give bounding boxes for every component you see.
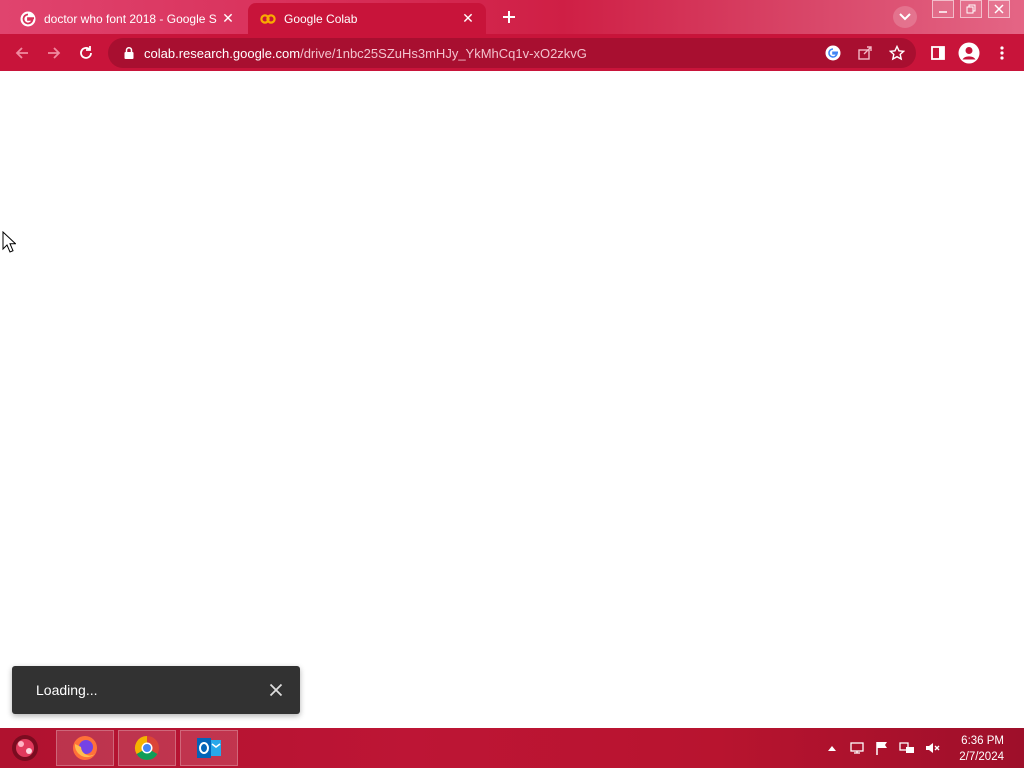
network-adapter-icon <box>850 742 864 754</box>
snackbar-message: Loading... <box>36 682 98 698</box>
address-bar[interactable]: colab.research.google.com/drive/1nbc25SZ… <box>108 38 916 68</box>
flag-icon <box>876 742 887 755</box>
plus-icon <box>503 11 515 23</box>
tray-volume[interactable] <box>924 740 940 756</box>
google-icon <box>20 11 36 26</box>
tab-title: Google Colab <box>284 11 358 26</box>
window-controls <box>932 0 1010 18</box>
tab-google-colab[interactable]: Google Colab ✕ <box>248 3 486 34</box>
side-panel-icon <box>931 46 945 60</box>
dismiss-snackbar-button[interactable] <box>264 678 288 702</box>
windows-taskbar: 6:36 PM 2/7/2024 <box>0 728 1024 768</box>
start-button[interactable] <box>6 732 44 764</box>
tab-title: doctor who font 2018 - Google S <box>44 11 217 26</box>
minimize-icon <box>939 11 947 13</box>
tray-action-center[interactable] <box>874 740 890 756</box>
arrow-right-icon <box>48 47 61 59</box>
reload-button[interactable] <box>74 41 98 65</box>
taskbar-outlook[interactable] <box>180 730 238 766</box>
mouse-cursor-icon <box>2 231 16 253</box>
google-lens-button[interactable] <box>822 42 844 64</box>
address-bar-actions <box>822 42 908 64</box>
close-window-button[interactable] <box>988 0 1010 18</box>
system-tray <box>824 740 940 756</box>
minimize-button[interactable] <box>932 0 954 18</box>
share-button[interactable] <box>854 42 876 64</box>
more-vertical-icon <box>1000 46 1004 60</box>
close-icon <box>269 683 283 697</box>
profile-button[interactable] <box>957 41 981 65</box>
volume-muted-icon <box>926 743 940 753</box>
tray-network[interactable] <box>899 740 915 756</box>
tray-network-adapter[interactable] <box>849 740 865 756</box>
url-host: colab.research.google.com <box>144 45 301 61</box>
restore-button[interactable] <box>960 0 982 18</box>
menu-button[interactable] <box>990 41 1014 65</box>
back-button[interactable] <box>10 41 34 65</box>
google-icon <box>825 45 841 61</box>
arrow-left-icon <box>15 47 28 59</box>
browser-toolbar: colab.research.google.com/drive/1nbc25SZ… <box>0 34 1024 71</box>
outlook-icon <box>197 738 221 758</box>
tab-strip: doctor who font 2018 - Google S ✕ Google… <box>0 0 1024 34</box>
new-tab-button[interactable] <box>498 6 520 28</box>
taskbar-firefox[interactable] <box>56 730 114 766</box>
clock-time: 6:36 PM <box>961 735 1004 747</box>
avatar-icon <box>958 42 980 64</box>
close-icon <box>994 4 1004 14</box>
chevron-down-icon <box>899 13 911 21</box>
close-tab-icon[interactable]: ✕ <box>220 10 236 27</box>
start-orb-icon <box>12 735 38 761</box>
taskbar-clock[interactable]: 6:36 PM 2/7/2024 <box>959 733 1004 765</box>
reload-icon <box>80 46 92 59</box>
page-content <box>0 71 1024 728</box>
bookmark-button[interactable] <box>886 42 908 64</box>
url-path: /drive/1nbc25SZuHs3mHJy_YkMhCq1v-xO2zkvG <box>300 45 587 61</box>
lock-icon <box>124 46 134 59</box>
show-hidden-icons-button[interactable] <box>824 740 840 756</box>
taskbar-chrome[interactable] <box>118 730 176 766</box>
tab-google-search[interactable]: doctor who font 2018 - Google S ✕ <box>8 3 246 34</box>
chrome-icon <box>134 736 159 761</box>
forward-button[interactable] <box>42 41 66 65</box>
network-icon <box>899 742 914 753</box>
chevron-up-icon <box>828 746 836 751</box>
share-icon <box>858 46 872 60</box>
side-panel-button[interactable] <box>926 41 950 65</box>
colab-icon <box>260 13 276 24</box>
url-text: colab.research.google.com/drive/1nbc25SZ… <box>144 46 587 61</box>
restore-icon <box>966 4 976 14</box>
close-tab-icon[interactable]: ✕ <box>460 10 476 27</box>
tab-search-button[interactable] <box>893 6 917 28</box>
loading-snackbar: Loading... <box>12 666 300 714</box>
clock-date: 2/7/2024 <box>959 751 1004 763</box>
star-icon <box>889 45 905 61</box>
firefox-icon <box>73 736 97 760</box>
